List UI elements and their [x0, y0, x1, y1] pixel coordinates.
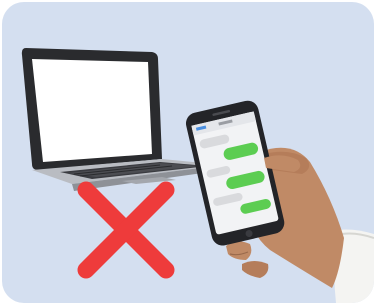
laptop-screen: [32, 59, 152, 162]
illustration-canvas: [2, 2, 374, 303]
illustration-card: [2, 2, 374, 303]
